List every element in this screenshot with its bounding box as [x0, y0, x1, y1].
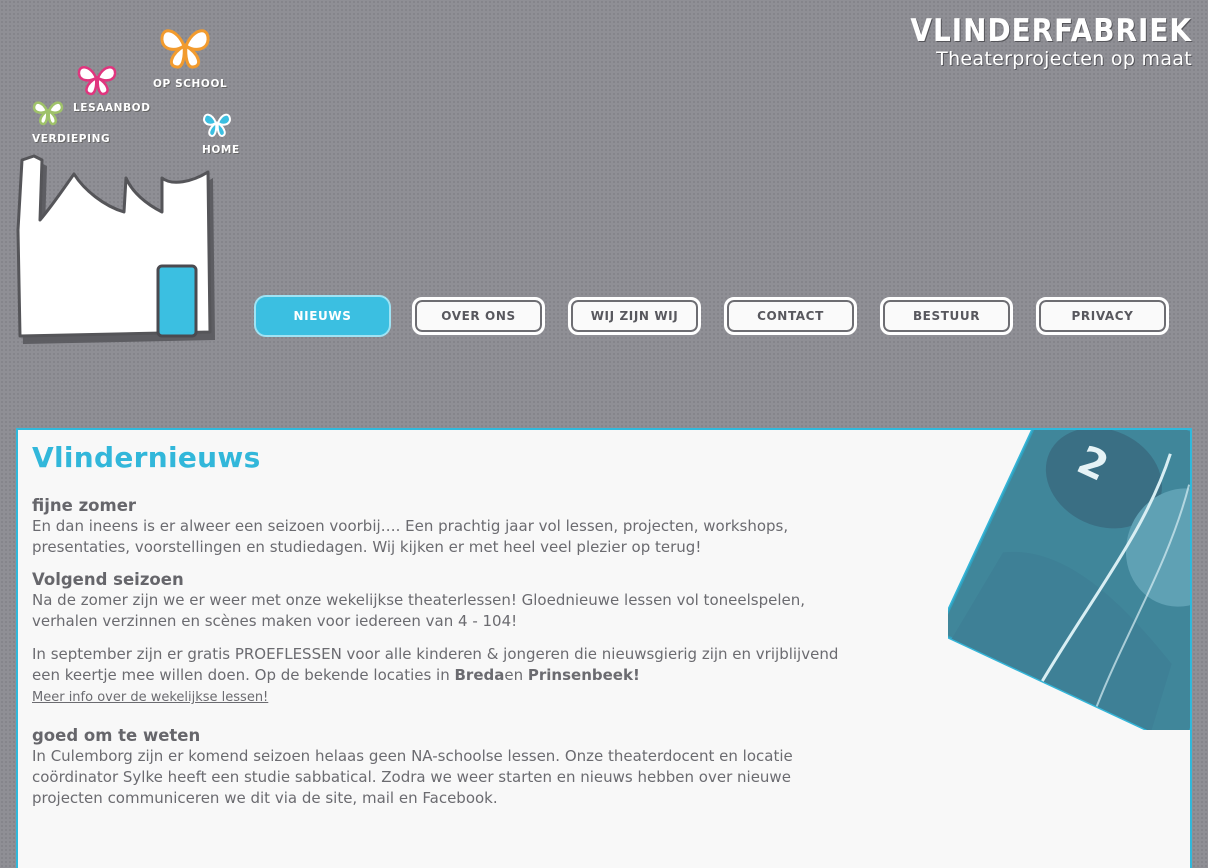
- nav-nieuws[interactable]: NIEUWS: [256, 297, 389, 335]
- nav-contact[interactable]: CONTACT: [724, 297, 857, 335]
- side-nav-lesaanbod[interactable]: LESAANBOD: [73, 102, 151, 114]
- news-content: Vlindernieuws fijne zomer En dan ineens …: [32, 438, 852, 821]
- section-heading: Volgend seizoen: [32, 570, 184, 589]
- more-info-link[interactable]: Meer info over de wekelijkse lessen!: [32, 690, 268, 705]
- brand-logo[interactable]: VLINDERFABRIEK Theaterprojecten op maat: [910, 14, 1192, 70]
- nav-privacy[interactable]: PRIVACY: [1036, 297, 1169, 335]
- side-nav-op-school[interactable]: OP SCHOOL: [153, 78, 227, 90]
- brand-name: VLINDERFABRIEK: [910, 13, 1192, 49]
- location-prinsenbeek: Prinsenbeek!: [527, 666, 640, 684]
- side-nav-verdieping[interactable]: VERDIEPING: [32, 133, 110, 145]
- news-section: fijne zomer En dan ineens is er alweer e…: [32, 496, 852, 558]
- news-photo: 2: [948, 430, 1190, 730]
- and-text: en: [504, 666, 528, 684]
- content-panel: 2 Vlindernieuws fijne zomer En dan ineen…: [16, 428, 1192, 868]
- section-text: En dan ineens is er alweer een seizoen v…: [32, 517, 789, 556]
- butterfly-icon-op-school[interactable]: [157, 24, 213, 70]
- news-section: Volgend seizoen Na de zomer zijn we er w…: [32, 570, 852, 708]
- section-text: In Culemborg zijn er komend seizoen hela…: [32, 747, 793, 807]
- news-section: goed om te weten In Culemborg zijn er ko…: [32, 726, 852, 809]
- nav-bestuur[interactable]: BESTUUR: [880, 297, 1013, 335]
- page-title: Vlindernieuws: [32, 441, 261, 474]
- butterfly-icon-home[interactable]: [201, 110, 233, 138]
- nav-over-ons[interactable]: OVER ONS: [412, 297, 545, 335]
- section-heading: goed om te weten: [32, 726, 201, 745]
- section-text: Na de zomer zijn we er weer met onze wek…: [32, 591, 805, 630]
- factory-logo[interactable]: [14, 150, 220, 346]
- section-heading: fijne zomer: [32, 496, 137, 515]
- butterfly-icon-lesaanbod[interactable]: [75, 62, 119, 96]
- section-text-trial: In september zijn er gratis PROEFLESSEN …: [32, 644, 852, 686]
- nav-wij-zijn-wij[interactable]: WIJ ZIJN WIJ: [568, 297, 701, 335]
- butterfly-icon-verdieping[interactable]: [31, 98, 65, 126]
- location-breda: Breda: [454, 666, 505, 684]
- trial-text: In september zijn er gratis PROEFLESSEN …: [32, 645, 839, 684]
- brand-tagline: Theaterprojecten op maat: [936, 48, 1192, 70]
